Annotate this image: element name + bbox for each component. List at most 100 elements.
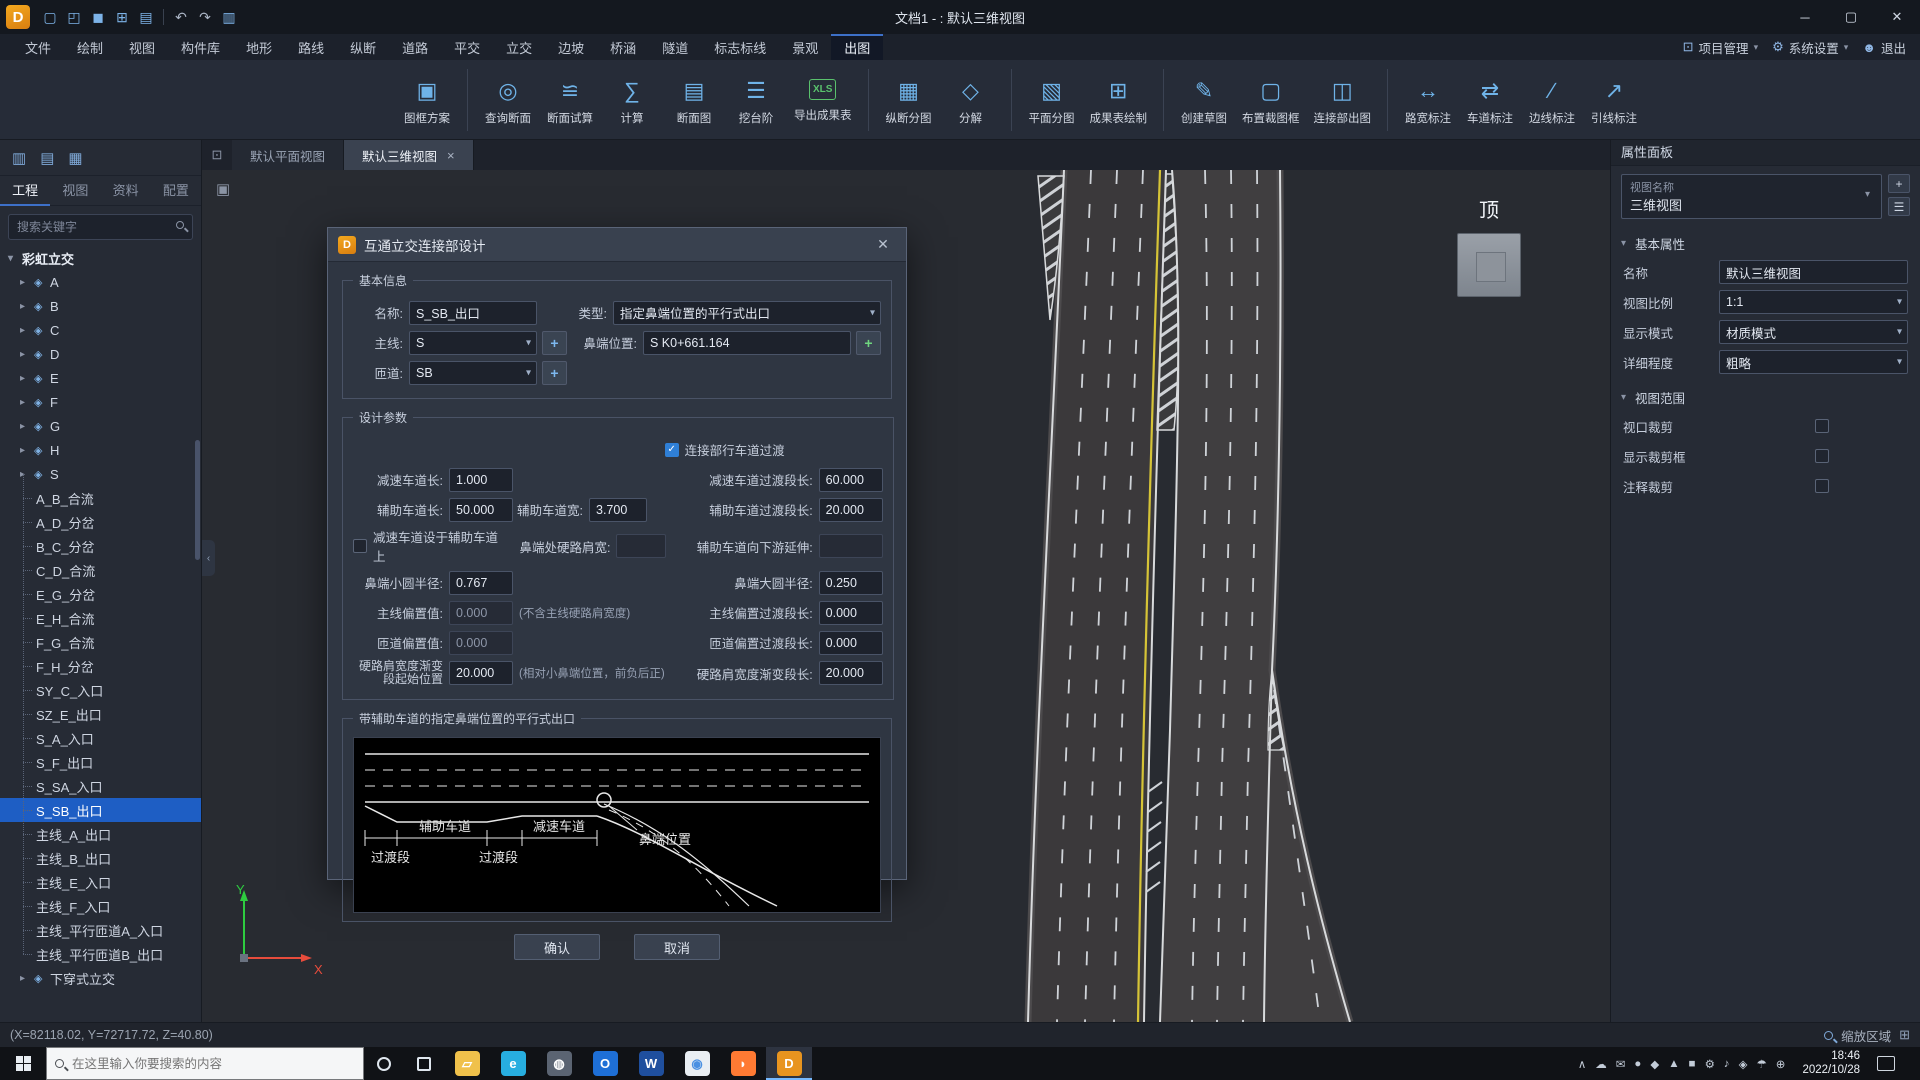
plan-sheets-button[interactable]: ▧平面分图 — [1023, 74, 1081, 126]
tab-profile[interactable]: 纵断 — [337, 34, 389, 60]
taskbar-search-input[interactable] — [72, 1057, 355, 1071]
tree-item[interactable]: SY_C_入口 — [0, 678, 201, 702]
view-scale-select[interactable]: 1:1 — [1719, 290, 1908, 314]
expander-icon[interactable] — [20, 349, 34, 360]
ramp-offset-transition-input[interactable]: 0.000 — [819, 631, 883, 655]
tab-config[interactable]: 配置 — [151, 176, 201, 206]
zoom-icon[interactable] — [1824, 1031, 1833, 1040]
dialog-close-icon[interactable]: ✕ — [870, 236, 896, 253]
tree-item-selected[interactable]: S_SB_出口 — [0, 798, 201, 822]
expander-icon[interactable] — [20, 421, 34, 432]
tree-group[interactable]: G — [0, 414, 201, 438]
aux-length-input[interactable]: 50.000 — [449, 498, 513, 522]
aux-transition-input[interactable]: 20.000 — [819, 498, 883, 522]
expander-icon[interactable] — [20, 325, 34, 336]
expander-icon[interactable] — [20, 277, 34, 288]
view-list-button[interactable]: ☰ — [1888, 197, 1910, 216]
action-center-icon[interactable] — [1877, 1056, 1895, 1071]
export-tables-button[interactable]: XLS导出成果表 — [789, 74, 857, 123]
section-trial-button[interactable]: ≌断面试算 — [541, 74, 599, 126]
edge-button[interactable]: e — [490, 1047, 536, 1080]
confirm-button[interactable]: 确认 — [514, 934, 600, 960]
file-explorer-button[interactable]: ▱ — [444, 1047, 490, 1080]
tray-icon[interactable]: ⚙ — [1705, 1057, 1715, 1071]
tab-3d-view[interactable]: 默认三维视图 — [344, 140, 474, 170]
exit-button[interactable]: ☻ 退出 — [1862, 38, 1906, 57]
add-view-button[interactable]: + — [1888, 174, 1910, 193]
tab-interchange[interactable]: 立交 — [493, 34, 545, 60]
expander-icon[interactable] — [20, 301, 34, 312]
mainline-select[interactable]: S — [409, 331, 537, 355]
explode-button[interactable]: ◇分解 — [942, 74, 1000, 126]
tree-group[interactable]: C — [0, 318, 201, 342]
excavation-steps-button[interactable]: ☰挖台阶 — [727, 74, 785, 126]
tab-draw[interactable]: 绘制 — [64, 34, 116, 60]
tray-icon[interactable]: ◆ — [1650, 1057, 1659, 1071]
plot-icon[interactable]: ▥ — [217, 6, 241, 28]
tab-alignment[interactable]: 路线 — [285, 34, 337, 60]
tree-item-underpass[interactable]: 下穿式立交 — [0, 966, 201, 990]
view-range-section[interactable]: 视图范围 — [1611, 383, 1920, 411]
collapse-panel-handle[interactable] — [202, 540, 215, 576]
tree-item[interactable]: 主线_E_入口 — [0, 870, 201, 894]
tray-icon[interactable]: ✉ — [1616, 1057, 1626, 1071]
pick-ramp-button[interactable] — [542, 361, 567, 385]
tab-output[interactable]: 出图 — [831, 34, 883, 60]
undo-icon[interactable]: ↶ — [169, 6, 193, 28]
type-select[interactable]: 指定鼻端位置的平行式出口 — [613, 301, 881, 325]
cad-app-button[interactable]: D — [766, 1047, 812, 1080]
save-icon[interactable]: ◼ — [86, 6, 110, 28]
app-logo-icon[interactable]: D — [6, 5, 30, 29]
tree-group[interactable]: A — [0, 270, 201, 294]
tree-root[interactable]: 彩虹立交 — [0, 246, 201, 270]
tree-group[interactable]: F — [0, 390, 201, 414]
road-width-annotation-button[interactable]: ↔路宽标注 — [1399, 74, 1457, 126]
tree-group[interactable]: D — [0, 342, 201, 366]
tab-tunnel[interactable]: 隧道 — [649, 34, 701, 60]
decel-on-aux-checkbox[interactable]: 减速车道设于辅助车道上 — [353, 527, 509, 565]
tray-icon[interactable]: ◈ — [1739, 1057, 1748, 1071]
lane-annotation-button[interactable]: ⇄车道标注 — [1461, 74, 1519, 126]
viewport-crop-checkbox[interactable] — [1815, 419, 1829, 433]
tree-item[interactable]: C_D_合流 — [0, 558, 201, 582]
tray-icon[interactable]: ▲ — [1668, 1058, 1679, 1070]
close-tab-icon[interactable] — [447, 148, 455, 163]
tree-item[interactable]: F_G_合流 — [0, 630, 201, 654]
name-input[interactable]: S_SB_出口 — [409, 301, 537, 325]
tree-group[interactable]: B — [0, 294, 201, 318]
tree-item[interactable]: B_C_分岔 — [0, 534, 201, 558]
firefox-button[interactable]: ◗ — [720, 1047, 766, 1080]
edge-annotation-button[interactable]: ∕边线标注 — [1523, 74, 1581, 126]
ramp-offset-input[interactable]: 0.000 — [449, 631, 513, 655]
maximize-button[interactable]: ▢ — [1828, 0, 1874, 34]
dialog-titlebar[interactable]: D 互通立交连接部设计 ✕ — [328, 228, 906, 262]
frame-plan-button[interactable]: ▣图框方案 — [398, 74, 456, 126]
tree-scrollbar[interactable] — [195, 440, 200, 560]
expander-icon[interactable] — [20, 445, 34, 456]
ramp-select[interactable]: SB — [409, 361, 537, 385]
tree-group[interactable]: E — [0, 366, 201, 390]
tree-item[interactable]: 主线_平行匝道B_出口 — [0, 942, 201, 966]
decel-transition-input[interactable]: 60.000 — [819, 468, 883, 492]
expander-icon[interactable] — [20, 397, 34, 408]
tree-item[interactable]: 主线_F_入口 — [0, 894, 201, 918]
redo-icon[interactable]: ↷ — [193, 6, 217, 28]
basic-properties-section[interactable]: 基本属性 — [1611, 229, 1920, 257]
minimize-button[interactable]: ─ — [1782, 0, 1828, 34]
outlook-button[interactable]: O — [582, 1047, 628, 1080]
panel-split-icon[interactable]: ▤ — [40, 149, 54, 167]
tray-expand-icon[interactable]: ∧ — [1578, 1057, 1586, 1071]
grid-icon[interactable] — [1899, 1027, 1910, 1043]
system-settings-button[interactable]: ⚙ 系统设置 ▾ — [1772, 38, 1848, 57]
tree-group[interactable]: H — [0, 438, 201, 462]
tab-component-library[interactable]: 构件库 — [168, 34, 233, 60]
tray-icon[interactable]: ⊕ — [1776, 1057, 1786, 1071]
tool-app-button[interactable]: ◍ — [536, 1047, 582, 1080]
tab-terrain[interactable]: 地形 — [233, 34, 285, 60]
tab-plan-view[interactable]: 默认平面视图 — [232, 140, 344, 170]
expander-icon[interactable] — [8, 253, 22, 264]
zoom-region-label[interactable]: 缩放区域 — [1841, 1026, 1891, 1045]
tab-view[interactable]: 视图 — [116, 34, 168, 60]
tab-views[interactable]: 视图 — [50, 176, 100, 206]
section-drawing-button[interactable]: ▤断面图 — [665, 74, 723, 126]
